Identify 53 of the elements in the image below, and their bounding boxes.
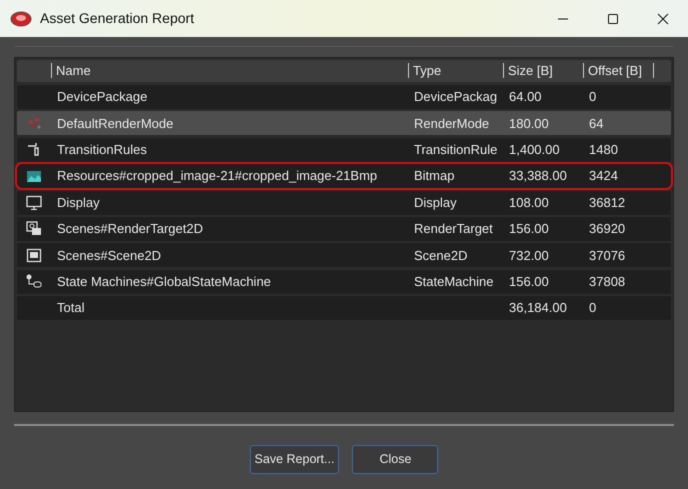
- close-icon: [657, 12, 669, 24]
- table-cell: 36,184.00: [509, 300, 567, 316]
- window-title: Asset Generation Report: [40, 9, 194, 28]
- table-cell: 0: [589, 89, 596, 104]
- table-row[interactable]: Resources#cropped_image-21#cropped_image-21Bmp Bitmap 33,388.00 3424: [17, 164, 671, 188]
- table-cell: 37808: [589, 274, 626, 289]
- table-cell: 732.00: [509, 248, 549, 263]
- table-cell: TransitionRules: [57, 142, 147, 158]
- table-cell: RenderTarget: [414, 221, 493, 236]
- table-cell: TransitionRule: [414, 142, 498, 158]
- table-cell: StateMachine: [414, 274, 494, 289]
- app-logo-icon: [10, 10, 32, 28]
- table-cell: 64: [589, 116, 604, 131]
- column-header: Size [B]: [503, 63, 553, 78]
- table-cell: 36920: [589, 221, 626, 236]
- table-cell: 64.00: [509, 89, 542, 104]
- table-cell: State Machines#GlobalStateMachine: [57, 274, 271, 289]
- table-cell: 3424: [589, 168, 618, 184]
- dialog-button[interactable]: Save Report...: [250, 445, 340, 474]
- table-cell: Display: [414, 194, 457, 210]
- table-cell: Display: [57, 194, 100, 210]
- table-cell: 156.00: [509, 221, 549, 236]
- table-cell: 0: [589, 300, 596, 316]
- table-cell: Scenes#Scene2D: [57, 248, 162, 263]
- node-icon: [26, 274, 42, 290]
- table-cell: DevicePackag: [414, 89, 498, 104]
- column-header: Name: [51, 63, 91, 78]
- image-icon: [26, 168, 42, 184]
- table-cell: Scenes#RenderTarget2D: [57, 221, 203, 236]
- table-cell: Bitmap: [414, 168, 454, 184]
- table-row[interactable]: DefaultRenderMode RenderMode 180.00 64: [17, 111, 671, 136]
- monitor-icon: [26, 195, 42, 210]
- table-cell: Resources#cropped_image-21#cropped_image-21Bmp: [57, 168, 378, 184]
- table-cell: 1,400.00: [509, 142, 560, 158]
- column-header: Offset [B]: [583, 63, 642, 78]
- dots-icon: [26, 116, 42, 131]
- table-cell: 1480: [589, 142, 618, 158]
- column-header: Type: [408, 63, 442, 78]
- table-cell: 36812: [589, 194, 626, 210]
- table-cell: Scene2D: [414, 248, 468, 263]
- table-cell: DevicePackage: [57, 89, 148, 104]
- table-cell: 180.00: [509, 116, 549, 131]
- table-cell: 156.00: [509, 274, 549, 289]
- table-cell: 33,388.00: [509, 168, 567, 184]
- table-cell: DefaultRenderMode: [57, 116, 174, 131]
- table-cell: Total: [57, 300, 84, 316]
- maximize-icon: [607, 12, 619, 24]
- screen-icon: [26, 221, 42, 236]
- table-cell: 108.00: [509, 194, 549, 210]
- dialog-button[interactable]: Close: [352, 445, 438, 474]
- frame-icon: [26, 248, 42, 263]
- table-cell: RenderMode: [414, 116, 490, 131]
- table-cell: 37076: [589, 248, 626, 263]
